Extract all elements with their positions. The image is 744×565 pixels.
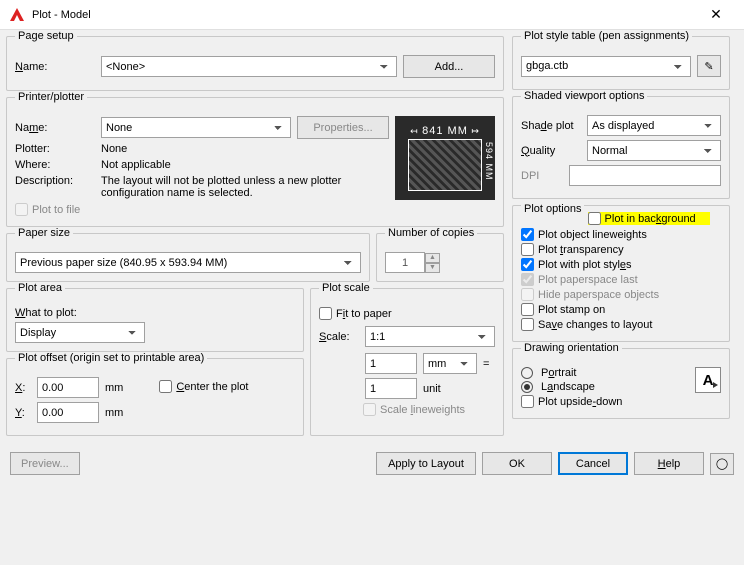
preview-button: Preview... xyxy=(10,452,80,475)
apply-to-layout-button[interactable]: Apply to Layout xyxy=(376,452,476,475)
landscape-radio[interactable]: Landscape xyxy=(521,381,695,393)
save-changes-checkbox[interactable]: Save changes to layout xyxy=(521,318,721,331)
properties-button: Properties... xyxy=(297,116,389,139)
plotter-value: None xyxy=(101,143,127,155)
paper-preview: ↤ 841 MM ↦ 594 MM xyxy=(395,116,495,200)
plot-styles-checkbox[interactable]: Plot with plot styles xyxy=(521,258,721,271)
scale-lineweights-checkbox: Scale lineweights xyxy=(363,403,495,416)
orientation-group: Drawing orientation Portrait Landscape A… xyxy=(512,348,730,419)
printer-name-label: Name: xyxy=(15,122,95,134)
page-setup-legend: Page setup xyxy=(15,30,77,42)
dpi-input xyxy=(569,165,721,186)
shade-plot-select[interactable]: As displayed xyxy=(587,115,721,136)
description-value: The layout will not be plotted unless a … xyxy=(101,175,389,199)
ok-button[interactable]: OK xyxy=(482,452,552,475)
printer-name-select[interactable]: None xyxy=(101,117,291,138)
plot-scale-group: Plot scale Fit to paper Scale: 1:1 mm = … xyxy=(310,288,504,436)
chevron-right-icon: ◯ xyxy=(716,457,728,470)
quality-select[interactable]: Normal xyxy=(587,140,721,161)
plot-transparency-checkbox[interactable]: Plot transparency xyxy=(521,243,721,256)
style-table-select[interactable]: gbga.ctb xyxy=(521,56,691,77)
window-title: Plot - Model xyxy=(32,9,696,21)
what-to-plot-label: What to plot: xyxy=(15,307,295,319)
fit-to-paper-checkbox[interactable]: Fit to paper xyxy=(319,307,495,320)
expand-button[interactable]: ◯ xyxy=(710,453,734,475)
plot-offset-group: Plot offset (origin set to printable are… xyxy=(6,358,304,436)
copies-input xyxy=(385,252,425,273)
preview-height: 594 MM xyxy=(484,142,494,181)
scale-num2-input[interactable] xyxy=(365,378,417,399)
center-plot-checkbox[interactable]: Center the plot xyxy=(159,380,248,393)
what-to-plot-select[interactable]: Display xyxy=(15,322,145,343)
paperspace-last-checkbox: Plot paperspace last xyxy=(521,273,721,286)
plotter-label: Plotter: xyxy=(15,143,95,155)
plot-to-file-checkbox: Plot to file xyxy=(15,203,389,216)
page-setup-name-label: Name: xyxy=(15,61,95,73)
style-table-group: Plot style table (pen assignments) gbga.… xyxy=(512,36,730,90)
orientation-icon: A xyxy=(695,367,721,393)
add-button[interactable]: Add... xyxy=(403,55,495,78)
plot-background-checkbox[interactable]: Plot in background xyxy=(588,212,710,225)
paper-size-select[interactable]: Previous paper size (840.95 x 593.94 MM) xyxy=(15,252,361,273)
copies-up-icon: ▲ xyxy=(425,253,440,263)
where-label: Where: xyxy=(15,159,95,171)
equals-icon: = xyxy=(483,358,489,370)
plot-options-group: Plot options Plot in background Plot obj… xyxy=(512,205,730,342)
scale-label: Scale: xyxy=(319,331,359,343)
scale-unit-select[interactable]: mm xyxy=(423,353,477,374)
description-label: Description: xyxy=(15,175,95,187)
scale-num1-input[interactable] xyxy=(365,353,417,374)
plot-area-group: Plot area What to plot: Display xyxy=(6,288,304,352)
where-value: Not applicable xyxy=(101,159,171,171)
page-setup-name-select[interactable]: <None> xyxy=(101,56,397,77)
printer-legend: Printer/plotter xyxy=(15,91,87,103)
hide-paperspace-checkbox: Hide paperspace objects xyxy=(521,288,721,301)
edit-style-button[interactable]: ✎ xyxy=(697,55,721,77)
cancel-button[interactable]: Cancel xyxy=(558,452,628,475)
shaded-group: Shaded viewport options Shade plotAs dis… xyxy=(512,96,730,199)
x-input[interactable] xyxy=(37,377,99,398)
help-button[interactable]: Help xyxy=(634,452,704,475)
copies-group: Number of copies ▲▼ xyxy=(376,233,504,282)
portrait-radio[interactable]: Portrait xyxy=(521,367,695,379)
paper-size-group: Paper size Previous paper size (840.95 x… xyxy=(6,233,370,282)
upside-down-checkbox[interactable]: Plot upside-down xyxy=(521,395,721,408)
printer-group: Printer/plotter Name: None Properties...… xyxy=(6,97,504,227)
app-logo-icon xyxy=(8,6,26,24)
preview-width: ↤ 841 MM ↦ xyxy=(410,125,480,137)
plot-lineweights-checkbox[interactable]: Plot object lineweights xyxy=(521,228,721,241)
y-input[interactable] xyxy=(37,402,99,423)
scale-select[interactable]: 1:1 xyxy=(365,326,495,347)
copies-down-icon: ▼ xyxy=(425,263,440,273)
plot-stamp-checkbox[interactable]: Plot stamp on xyxy=(521,303,721,316)
page-setup-group: Page setup Name: <None> Add... xyxy=(6,36,504,91)
close-icon[interactable]: ✕ xyxy=(696,6,736,23)
pencil-icon: ✎ xyxy=(704,60,713,73)
x-label: X: xyxy=(15,382,31,394)
y-label: Y: xyxy=(15,407,31,419)
